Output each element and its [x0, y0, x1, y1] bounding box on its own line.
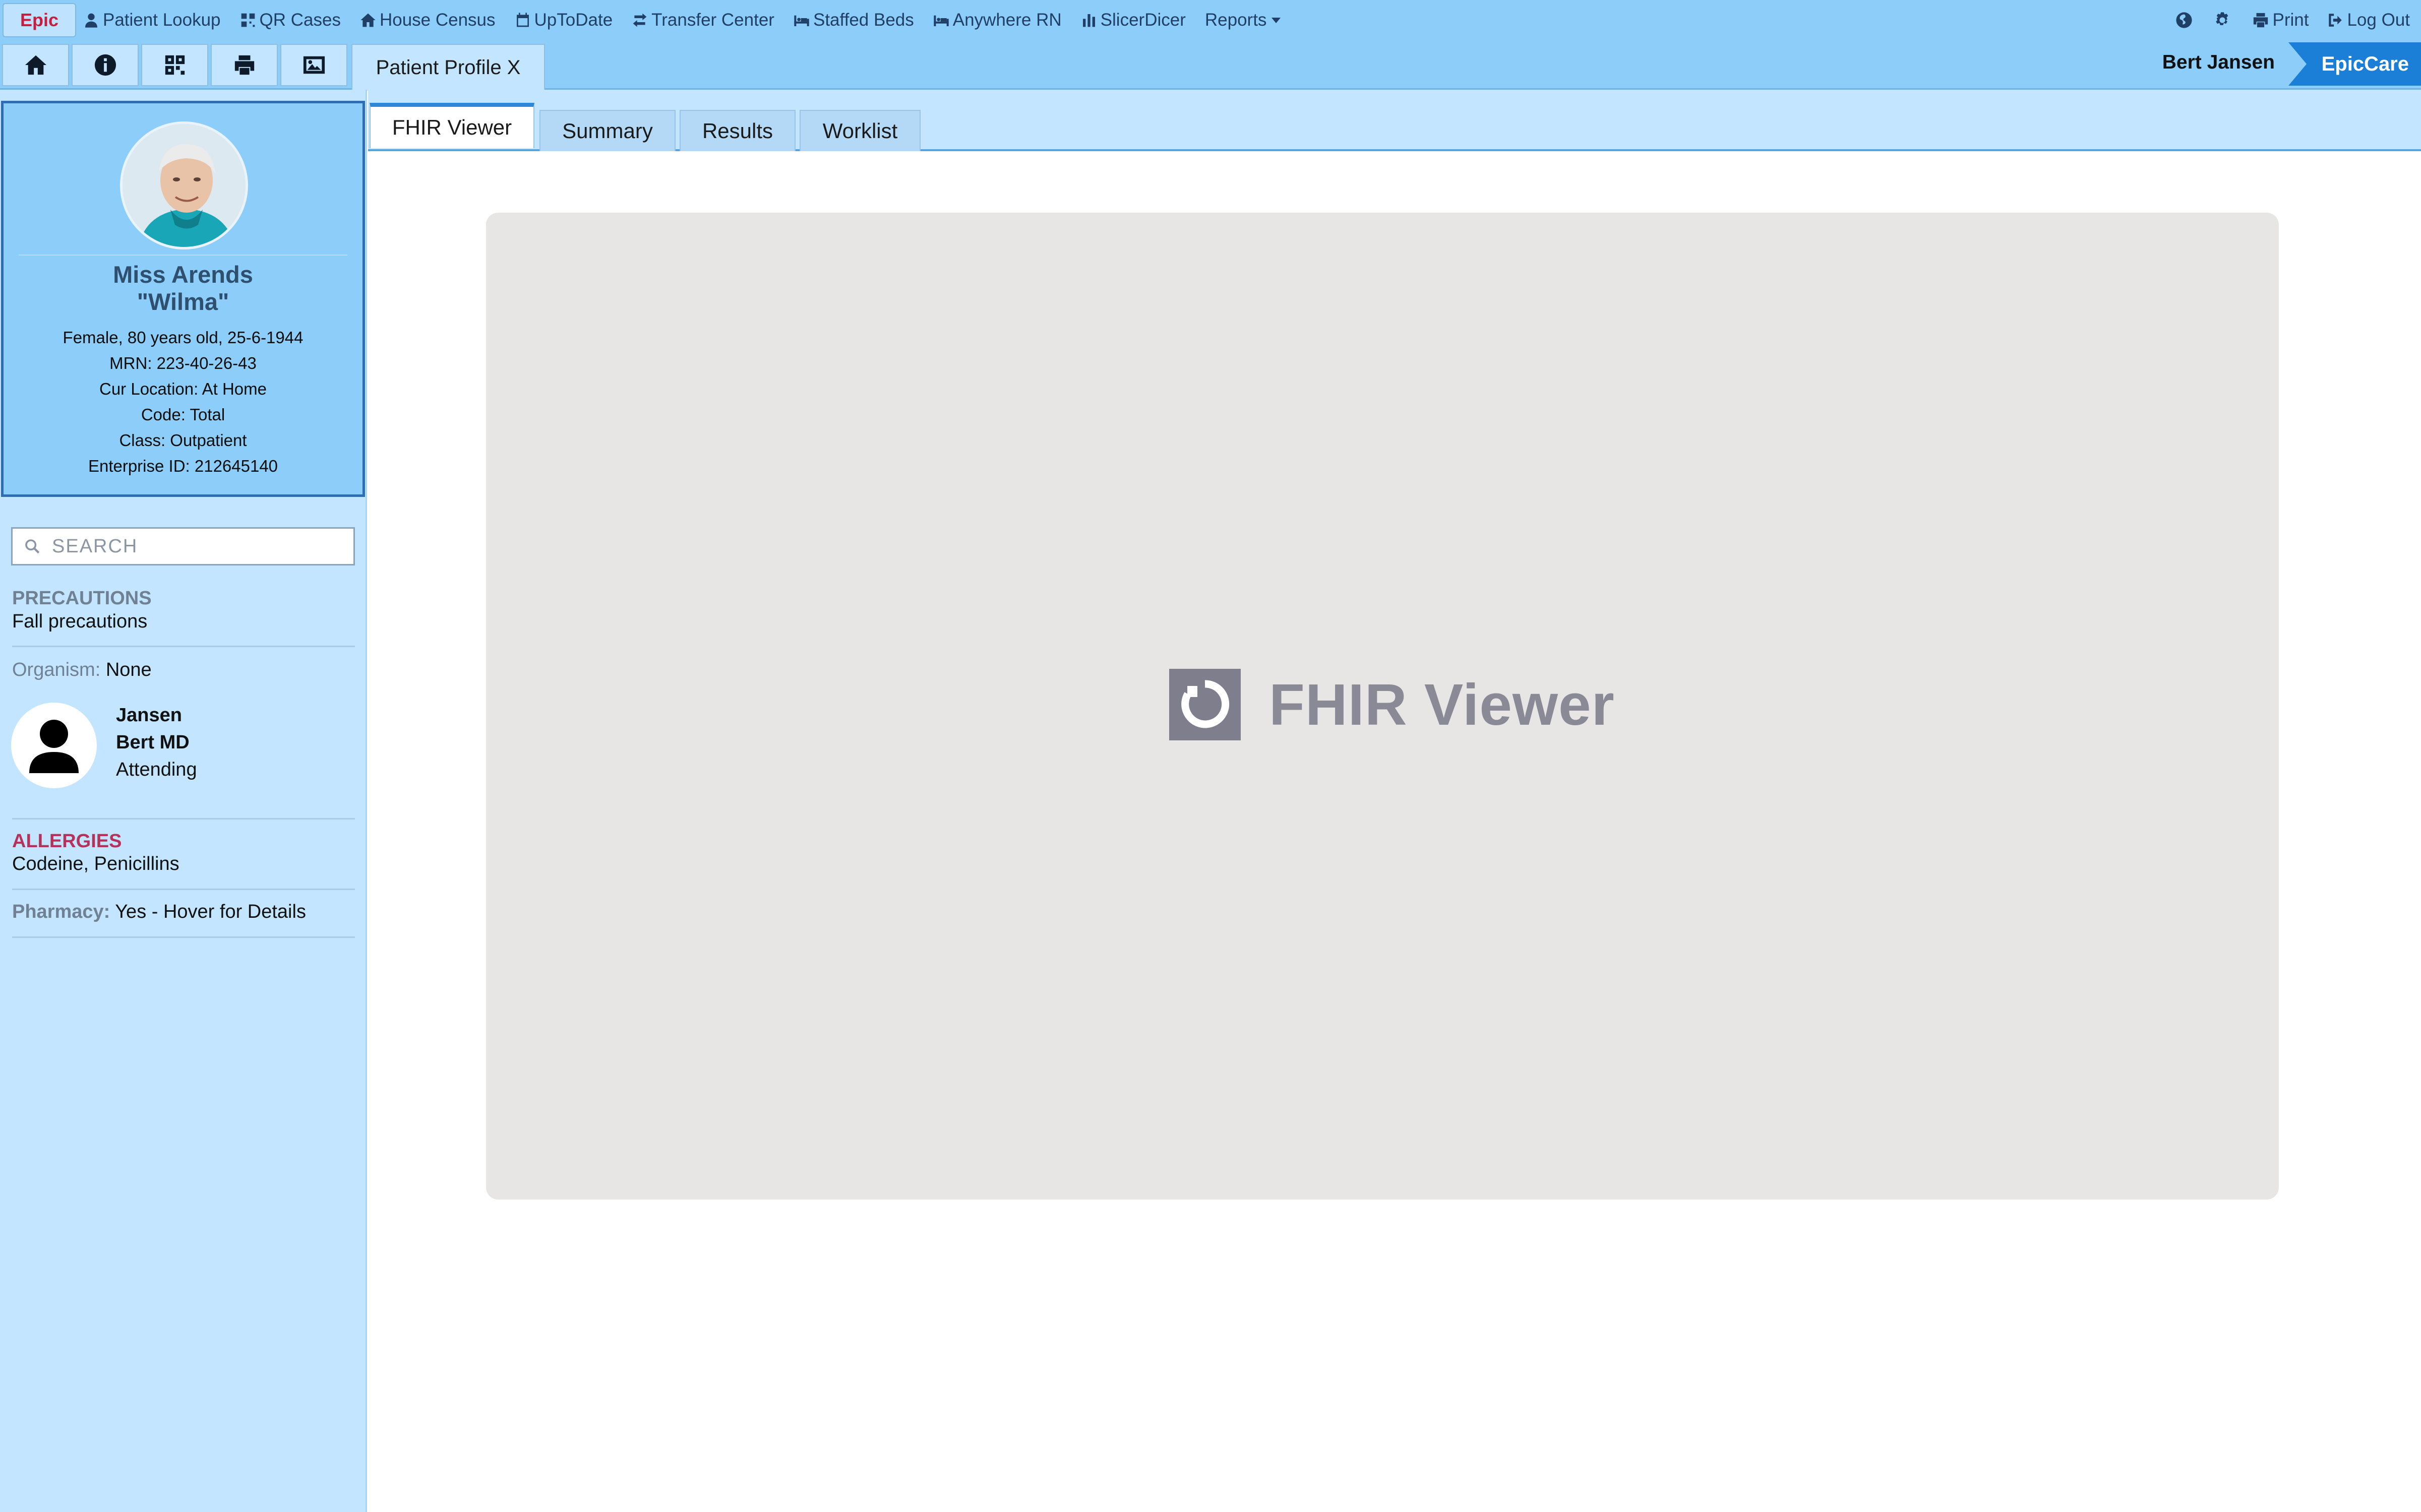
- menu-anywhere-rn[interactable]: Anywhere RN: [933, 10, 1062, 30]
- tab-fhir-viewer[interactable]: FHIR Viewer: [370, 103, 534, 148]
- image-icon: [303, 56, 325, 74]
- tab-results[interactable]: Results: [680, 110, 796, 151]
- house-icon: [360, 13, 376, 27]
- menu-label: SlicerDicer: [1100, 10, 1186, 30]
- menu-qr-cases[interactable]: QR Cases: [240, 10, 341, 30]
- logged-in-user: Bert Jansen: [2162, 51, 2275, 73]
- allergies-title: ALLERGIES: [12, 831, 122, 852]
- globe-icon: [2176, 12, 2193, 28]
- person-icon: [29, 720, 79, 773]
- provider-first-name: Bert MD: [116, 732, 190, 753]
- tab-summary[interactable]: Summary: [539, 110, 676, 151]
- transfer-icon: [633, 13, 647, 27]
- precautions-value: Fall precautions: [12, 611, 148, 632]
- divider: [12, 936, 355, 938]
- fhir-viewer-panel: FHIR Viewer: [486, 213, 2279, 1200]
- qr-icon: [241, 13, 255, 27]
- sidebar-search[interactable]: [11, 527, 355, 565]
- menu-transfer-center[interactable]: Transfer Center: [632, 10, 774, 30]
- logout-link[interactable]: Log Out: [2327, 10, 2410, 30]
- menu-label: Anywhere RN: [952, 10, 1062, 30]
- patient-card: Miss Arends "Wilma" Female, 80 years old…: [1, 101, 365, 497]
- logout-label: Log Out: [2347, 10, 2410, 30]
- organism-value: None: [105, 659, 152, 680]
- home-icon: [25, 55, 46, 75]
- bar-chart-icon: [1082, 14, 1095, 27]
- patient-class: Class: Outpatient: [119, 431, 247, 450]
- menu-slicerdicer[interactable]: SlicerDicer: [1081, 10, 1186, 30]
- patient-demographics: Female, 80 years old, 25-6-1944: [63, 328, 304, 347]
- bed-icon: [934, 15, 949, 26]
- right-menu: Print Log Out: [2157, 0, 2410, 40]
- bed-icon: [794, 15, 809, 26]
- provider-last-name: Jansen: [116, 705, 182, 726]
- menu-patient-lookup[interactable]: Patient Lookup: [83, 10, 221, 30]
- patient-enterprise-id: Enterprise ID: 212645140: [88, 457, 278, 475]
- info-button[interactable]: [72, 44, 139, 86]
- pharmacy-row[interactable]: Pharmacy: Yes - Hover for Details: [12, 901, 306, 923]
- divider: [12, 889, 355, 890]
- menu-label: UpToDate: [534, 10, 613, 30]
- calendar-icon: [516, 12, 529, 27]
- organism-row: Organism: None: [12, 659, 152, 681]
- grid-button[interactable]: [141, 44, 208, 86]
- gear-icon: [2216, 12, 2228, 25]
- user-icon: [85, 13, 97, 28]
- menu-staffed-beds[interactable]: Staffed Beds: [794, 10, 914, 30]
- home-button[interactable]: [2, 44, 69, 86]
- patient-avatar: [120, 121, 248, 249]
- image-button[interactable]: [280, 44, 347, 86]
- main-menu: Patient Lookup QR Cases House Census UpT…: [83, 10, 1301, 30]
- menu-label: House Census: [379, 10, 496, 30]
- patient-nickname: "Wilma": [137, 288, 229, 315]
- divider: [12, 646, 355, 647]
- menu-label: Patient Lookup: [103, 10, 221, 30]
- content-tab-bar: FHIR Viewer Summary Results Worklist: [368, 90, 2421, 151]
- info-icon: [94, 54, 116, 76]
- pharmacy-label: Pharmacy:: [12, 901, 110, 922]
- patient-sidebar: Miss Arends "Wilma" Female, 80 years old…: [0, 90, 367, 1512]
- precautions-title: PRECAUTIONS: [12, 588, 152, 609]
- epiccare-badge: EpicCare: [2288, 42, 2421, 86]
- patient-code-status: Code: Total: [141, 405, 225, 424]
- patient-name: Miss Arends: [113, 261, 253, 288]
- card-divider: [19, 255, 347, 256]
- fhir-logo-icon: [1169, 669, 1241, 740]
- logout-icon: [2329, 13, 2342, 27]
- print-label: Print: [2272, 10, 2309, 30]
- print-button[interactable]: [211, 44, 278, 86]
- globe-button[interactable]: [2175, 12, 2196, 29]
- provider-avatar: [11, 703, 97, 788]
- settings-button[interactable]: [2214, 12, 2234, 29]
- menu-uptodate[interactable]: UpToDate: [515, 10, 613, 30]
- epic-logo-button[interactable]: Epic: [3, 3, 76, 37]
- organism-label: Organism:: [12, 659, 101, 680]
- provider-role: Attending: [116, 759, 197, 780]
- patient-mrn: MRN: 223-40-26-43: [109, 354, 257, 372]
- fhir-viewer-logo: FHIR Viewer: [1169, 669, 1615, 740]
- caret-down-icon: [1272, 17, 1281, 23]
- menu-label: Transfer Center: [651, 10, 774, 30]
- top-menu-bar: Epic Patient Lookup QR Cases House Censu…: [0, 0, 2421, 40]
- tab-worklist[interactable]: Worklist: [800, 110, 921, 151]
- menu-label: Reports: [1204, 10, 1267, 30]
- allergies-value: Codeine, Penicillins: [12, 853, 179, 874]
- menu-label: QR Cases: [259, 10, 341, 30]
- workspace-toolbar: Patient Profile X: [0, 40, 2421, 91]
- fhir-viewer-title: FHIR Viewer: [1269, 672, 1615, 737]
- divider: [12, 818, 355, 820]
- search-input[interactable]: [52, 535, 334, 557]
- print-link[interactable]: Print: [2252, 10, 2309, 30]
- menu-label: Staffed Beds: [813, 10, 914, 30]
- pharmacy-value: Yes - Hover for Details: [115, 901, 306, 922]
- menu-reports[interactable]: Reports: [1205, 10, 1283, 30]
- printer-icon: [234, 55, 254, 75]
- grid-icon: [165, 55, 185, 75]
- menu-house-census[interactable]: House Census: [360, 10, 496, 30]
- search-icon: [25, 539, 40, 554]
- patient-location: Cur Location: At Home: [99, 380, 267, 398]
- workspace-tab-patient-profile[interactable]: Patient Profile X: [351, 44, 545, 91]
- printer-icon: [2254, 13, 2268, 27]
